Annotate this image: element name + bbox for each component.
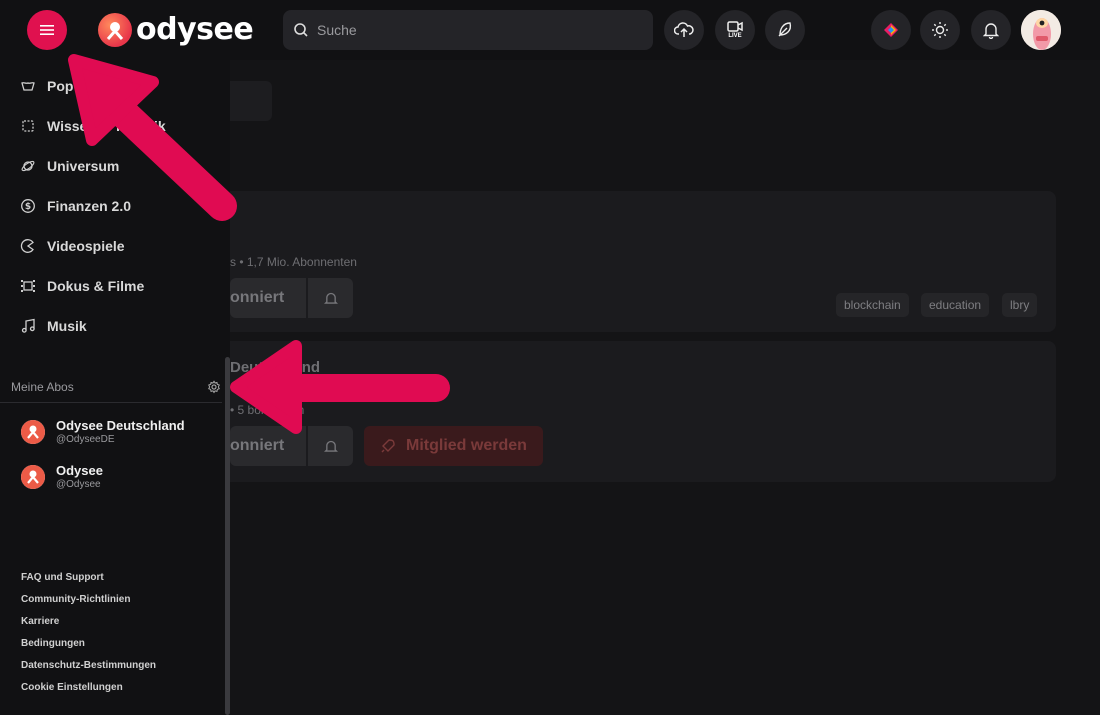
subscription-handle: @Odysee — [56, 479, 101, 490]
rocket-icon — [381, 439, 395, 453]
planet-icon — [21, 160, 35, 172]
channel-meta: • 5 bonnenten — [230, 403, 305, 417]
channel-avatar — [21, 464, 45, 489]
sidebar-item-label: Pop — [47, 78, 74, 94]
subscription-name: Odysee — [56, 463, 103, 478]
theme-toggle-button[interactable] — [920, 10, 960, 50]
sidebar-item-universum[interactable]: Universum — [20, 158, 119, 174]
odysee-logo-icon — [21, 464, 45, 489]
subscribe-label: onniert — [230, 289, 285, 306]
join-membership-button[interactable]: Mitglied werden — [364, 426, 543, 466]
subscribe-button[interactable]: onniert — [230, 278, 306, 318]
feather-icon — [778, 22, 792, 37]
subscription-item-odysee-de[interactable]: Odysee Deutschland @OdyseeDE — [21, 418, 185, 445]
tag-chip[interactable]: education — [921, 293, 990, 317]
footer-link-privacy[interactable]: Datenschutz-Bestimmungen — [21, 660, 156, 671]
top-header: odysee LIVE — [0, 0, 1100, 60]
sidebar-item-label: Videospiele — [47, 238, 125, 254]
odysee-logo-icon — [21, 419, 45, 444]
film-icon — [21, 280, 35, 292]
subscription-handle: @OdyseeDE — [56, 434, 115, 445]
footer-link-careers[interactable]: Karriere — [21, 616, 59, 627]
odysee-credits-icon — [884, 23, 898, 37]
subscribe-label: onniert — [230, 437, 285, 454]
bell-icon — [323, 440, 338, 452]
footer-link-terms[interactable]: Bedingungen — [21, 638, 85, 649]
upload-button[interactable] — [664, 10, 704, 50]
subscription-name: Odysee Deutschland — [56, 418, 185, 433]
sidebar: Pop Wissen & Technik Universum $ Finanze… — [0, 60, 230, 715]
subscription-item-odysee[interactable]: Odysee @Odysee — [21, 463, 103, 490]
sidebar-item-musik[interactable]: Musik — [20, 318, 87, 334]
notifications-button[interactable] — [971, 10, 1011, 50]
sidebar-item-label: Wissen & Technik — [47, 118, 166, 134]
footer-link-cookies[interactable]: Cookie Einstellungen — [21, 682, 123, 693]
tag-chip[interactable]: blockchain — [836, 293, 909, 317]
live-label: LIVE — [728, 33, 742, 39]
gamepad-icon — [20, 239, 34, 253]
avatar-image-icon — [1021, 10, 1061, 50]
tag-chip[interactable]: lbry — [1002, 293, 1038, 317]
menu-button[interactable] — [27, 10, 67, 50]
subscriptions-heading: Meine Abos — [11, 380, 74, 394]
channel-title: Deutschland — [230, 359, 321, 376]
chip-icon — [22, 120, 34, 132]
sidebar-item-label: Universum — [47, 158, 120, 174]
bell-icon — [983, 23, 999, 39]
divider — [0, 402, 222, 403]
flame-icon — [21, 82, 35, 91]
bell-button[interactable] — [307, 278, 353, 318]
video-camera-icon — [727, 21, 743, 32]
sidebar-item-videospiele[interactable]: Videospiele — [20, 238, 125, 254]
footer-link-community[interactable]: Community-Richtlinien — [21, 594, 130, 605]
channel-avatar — [21, 419, 45, 444]
gear-icon[interactable] — [207, 380, 221, 394]
user-avatar[interactable] — [1021, 10, 1061, 50]
member-label: Mitglied werden — [406, 437, 527, 454]
go-live-button[interactable]: LIVE — [715, 10, 755, 50]
music-icon — [21, 318, 35, 333]
search-bar[interactable] — [283, 10, 653, 50]
channel-meta: s • 1,7 Mio. Abonnenten — [230, 255, 357, 269]
coin-icon: $ — [21, 199, 35, 213]
search-icon — [294, 23, 308, 37]
post-button[interactable] — [765, 10, 805, 50]
cloud-upload-icon — [674, 22, 694, 37]
sidebar-item-finanzen[interactable]: $ Finanzen 2.0 — [20, 198, 131, 214]
sidebar-item-pop[interactable]: Pop — [20, 78, 73, 94]
bell-icon — [323, 292, 338, 304]
channel-card[interactable]: s • 1,7 Mio. Abonnenten onniert blockcha… — [230, 191, 1056, 332]
category-tab[interactable] — [230, 81, 272, 121]
sidebar-scrollbar[interactable] — [225, 357, 230, 715]
sidebar-item-dokus[interactable]: Dokus & Filme — [20, 278, 144, 294]
odysee-logo[interactable]: odysee — [98, 12, 254, 47]
subscriptions-header: Meine Abos — [11, 380, 221, 394]
sidebar-item-label: Musik — [47, 318, 87, 334]
logo-mark-icon — [98, 12, 132, 47]
sidebar-item-wissen[interactable]: Wissen & Technik — [20, 118, 166, 134]
hamburger-icon — [40, 25, 54, 35]
subscribe-button[interactable]: onniert — [230, 426, 306, 466]
sun-icon — [932, 22, 948, 38]
search-input[interactable] — [317, 22, 637, 38]
footer-link-faq[interactable]: FAQ und Support — [21, 572, 104, 583]
svg-text:$: $ — [25, 202, 31, 212]
bell-button[interactable] — [307, 426, 353, 466]
main-content: s • 1,7 Mio. Abonnenten onniert blockcha… — [230, 60, 1100, 715]
channel-card[interactable]: Deutschland • 5 bonnenten onniert Mitgli… — [230, 341, 1056, 482]
logo-text: odysee — [136, 12, 254, 47]
wallet-button[interactable] — [871, 10, 911, 50]
sidebar-item-label: Finanzen 2.0 — [47, 198, 132, 214]
sidebar-item-label: Dokus & Filme — [47, 278, 145, 294]
